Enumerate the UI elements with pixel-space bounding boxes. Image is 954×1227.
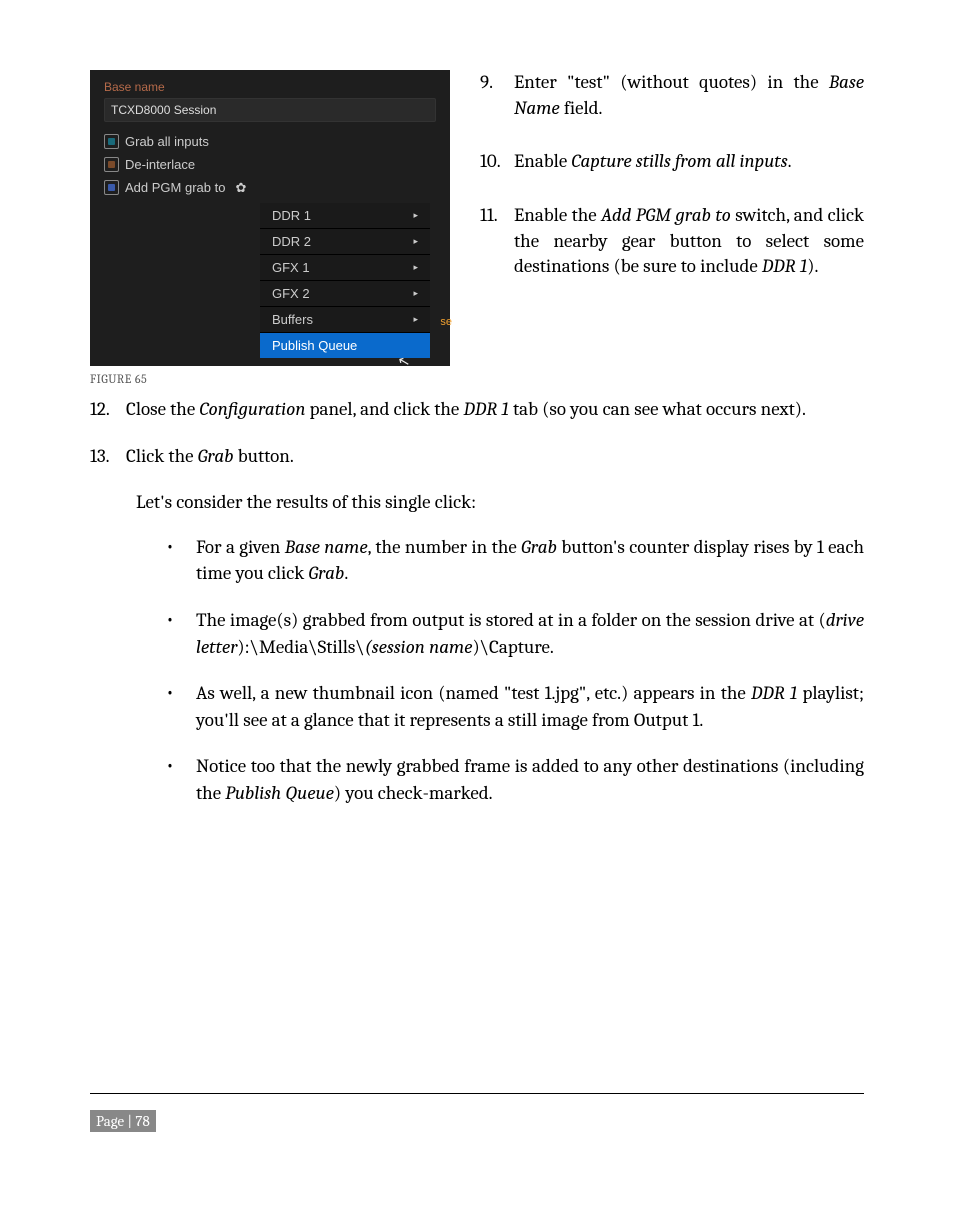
submenu-label: DDR 1 — [272, 208, 311, 223]
bullet-4-text: Notice too that the newly grabbed frame … — [196, 753, 864, 806]
chevron-right-icon: ▸ — [413, 288, 418, 299]
submenu-label: Buffers — [272, 312, 313, 327]
submenu-ddr1[interactable]: DDR 1 ▸ — [260, 203, 430, 229]
chevron-right-icon: ▸ — [413, 210, 418, 221]
deinterlace-checkbox[interactable]: De-interlace — [104, 157, 436, 172]
checkbox-icon — [104, 180, 119, 195]
submenu-label: GFX 2 — [272, 286, 310, 301]
submenu-label: GFX 1 — [272, 260, 310, 275]
intro-text: Let's consider the results of this singl… — [136, 489, 864, 516]
submenu-label: DDR 2 — [272, 234, 311, 249]
grab-config-panel: Base name TCXD8000 Session Grab all inpu… — [90, 70, 450, 366]
step-number: 10. — [480, 149, 514, 175]
base-name-input[interactable]: TCXD8000 Session — [104, 98, 436, 122]
chevron-right-icon: ▸ — [413, 314, 418, 325]
step-number: 12. — [90, 396, 126, 423]
base-name-label: Base name — [104, 80, 436, 94]
submenu-buffers[interactable]: Buffers ▸ — [260, 307, 430, 333]
step-number: 9. — [480, 70, 514, 121]
figure-caption: FIGURE 65 — [90, 372, 450, 386]
step-number: 11. — [480, 203, 514, 280]
step-9-text: Enter "test" (without quotes) in the Bas… — [514, 70, 864, 121]
add-pgm-label: Add PGM grab to — [125, 180, 225, 195]
submenu-ddr2[interactable]: DDR 2 ▸ — [260, 229, 430, 255]
chevron-right-icon: ▸ — [413, 236, 418, 247]
grab-all-label: Grab all inputs — [125, 134, 209, 149]
add-pgm-checkbox[interactable]: Add PGM grab to ✿ — [104, 180, 436, 195]
deinterlace-label: De-interlace — [125, 157, 195, 172]
se-tag: se — [440, 316, 452, 328]
step-12-text: Close the Configuration panel, and click… — [126, 396, 806, 423]
step-number: 13. — [90, 443, 126, 470]
bullet-3-text: As well, a new thumbnail icon (named "te… — [196, 680, 864, 733]
checkbox-icon — [104, 134, 119, 149]
step-13-text: Click the Grab button. — [126, 443, 294, 470]
bullet-1-text: For a given Base name, the number in the… — [196, 534, 864, 587]
bullet-2-text: The image(s) grabbed from output is stor… — [196, 607, 864, 660]
bullet-icon: • — [166, 534, 196, 587]
checkbox-icon — [104, 157, 119, 172]
page-number: Page | 78 — [90, 1110, 156, 1132]
bullet-icon: • — [166, 680, 196, 733]
destinations-submenu: DDR 1 ▸ DDR 2 ▸ GFX 1 ▸ GFX 2 ▸ — [260, 203, 430, 358]
grab-all-inputs-checkbox[interactable]: Grab all inputs — [104, 134, 436, 149]
submenu-gfx1[interactable]: GFX 1 ▸ — [260, 255, 430, 281]
step-11-text: Enable the Add PGM grab to switch, and c… — [514, 203, 864, 280]
chevron-right-icon: ▸ — [413, 262, 418, 273]
bullet-icon: • — [166, 607, 196, 660]
gear-icon[interactable]: ✿ — [235, 181, 246, 194]
submenu-label: Publish Queue — [272, 338, 357, 353]
page-footer: Page | 78 — [90, 1093, 864, 1132]
submenu-gfx2[interactable]: GFX 2 ▸ — [260, 281, 430, 307]
bullet-icon: • — [166, 753, 196, 806]
step-10-text: Enable Capture stills from all inputs. — [514, 149, 792, 175]
